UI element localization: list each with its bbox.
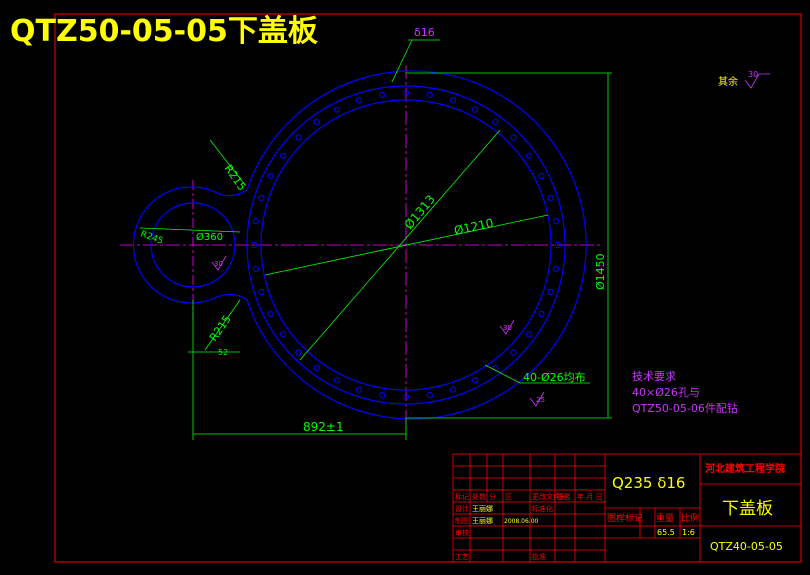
weight-value: 65.5	[657, 528, 675, 537]
drawing-title: QTZ50-05-05下盖板	[10, 14, 318, 49]
standardization-label: 标准化	[532, 504, 553, 513]
revision-column-header: 区	[505, 493, 512, 501]
dim-holes: 40-Ø26均布	[523, 371, 586, 384]
draw-label: 制图	[455, 516, 469, 525]
drawer-name: 王丽娜	[472, 516, 493, 525]
revision-column-header: 标记	[455, 492, 469, 501]
approve-label: 批准	[532, 552, 546, 561]
scale-value: 1:6	[682, 528, 695, 537]
school-name: 河北建筑工程学院	[705, 462, 785, 475]
revision-column-header: 签名	[557, 492, 571, 501]
roughness-note-label: 其余	[718, 75, 738, 88]
tech-req-heading: 技术要求	[632, 370, 676, 383]
material-text: Q235 δ16	[612, 474, 685, 492]
roughness-value-lug: 30	[214, 260, 223, 268]
part-name: 下盖板	[722, 499, 773, 519]
roughness-value-bore: 30	[503, 324, 512, 332]
dim-d360: Ø360	[196, 231, 223, 243]
cad-drawing-viewport[interactable]: QTZ50-05-05下盖板 R215 R215 52 R245 Ø360 Ø1…	[0, 0, 810, 575]
revision-column-header: 年 月 日	[577, 492, 602, 501]
roughness-note-value: 30	[748, 70, 758, 79]
stage-label: 图样标记	[607, 512, 643, 524]
dim-d1450: Ø1450	[594, 253, 607, 290]
designer-name: 王丽娜	[472, 504, 493, 513]
revision-column-header: 分	[489, 492, 496, 501]
roughness-value-holes: 25	[536, 396, 545, 404]
thickness-label: δ16	[414, 26, 435, 39]
process-label: 工艺	[455, 553, 469, 561]
revision-column-header: 处数	[472, 492, 486, 501]
scale-label: 比例	[681, 512, 699, 524]
drawing-canvas[interactable]: QTZ50-05-05下盖板 R215 R215 52 R245 Ø360 Ø1…	[0, 0, 810, 575]
dim-52: 52	[218, 348, 228, 357]
tech-req-line2: QTZ50-05-06件配钻	[632, 401, 738, 415]
design-label: 设计	[455, 504, 469, 513]
draw-date: 2008.06.00	[504, 518, 539, 525]
review-label: 审核	[455, 528, 469, 537]
tech-req-line1: 40×Ø26孔与	[632, 386, 700, 399]
weight-label: 重量	[656, 512, 674, 524]
dim-892: 892±1	[303, 420, 344, 434]
drawing-number: QTZ40-05-05	[710, 540, 783, 553]
